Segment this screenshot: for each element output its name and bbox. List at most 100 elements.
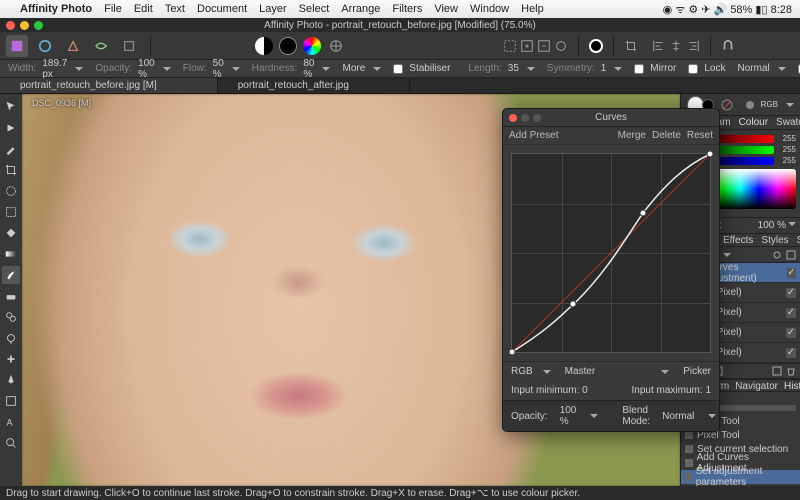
menu-filters[interactable]: Filters — [392, 3, 422, 15]
flood-fill-icon[interactable] — [2, 224, 20, 242]
opacity-panel-value[interactable]: 100 % — [758, 220, 786, 231]
shape-tool-icon[interactable] — [2, 392, 20, 410]
add-layer-icon[interactable] — [772, 366, 782, 376]
layer-visible-checkbox[interactable]: ✓ — [786, 328, 796, 338]
shrink-icon[interactable] — [537, 39, 551, 53]
minimize-icon[interactable] — [521, 114, 529, 122]
marquee-tool-icon[interactable] — [2, 203, 20, 221]
close-icon[interactable] — [509, 114, 517, 122]
more-dropdown[interactable]: More — [342, 63, 365, 74]
minimize-icon[interactable] — [20, 21, 29, 30]
curve-node[interactable] — [570, 301, 577, 308]
export-persona-icon[interactable] — [118, 35, 140, 57]
align-left-icon[interactable] — [652, 39, 666, 53]
tone-persona-icon[interactable] — [90, 35, 112, 57]
erase-brush-icon[interactable] — [2, 287, 20, 305]
layer-visible-checkbox[interactable]: ✓ — [786, 288, 796, 298]
view-tool-icon[interactable] — [2, 119, 20, 137]
symmetry-value[interactable]: 1 — [601, 63, 607, 74]
menu-help[interactable]: Help — [521, 3, 544, 15]
tab-swatches[interactable]: Swatches — [772, 116, 800, 129]
levels-icon[interactable] — [279, 37, 297, 55]
marquee-icon[interactable] — [503, 39, 517, 53]
lut-icon[interactable] — [327, 37, 345, 55]
flow-value[interactable]: 50 % — [213, 58, 224, 80]
healing-brush-icon[interactable] — [2, 350, 20, 368]
tab-effects[interactable]: Effects — [719, 234, 757, 246]
curve-node[interactable] — [509, 349, 516, 356]
history-item[interactable]: Set adjustment parameters — [681, 470, 800, 484]
menu-window[interactable]: Window — [470, 3, 509, 15]
photo-persona-icon[interactable] — [6, 35, 28, 57]
dialog-titlebar[interactable]: Curves — [503, 109, 719, 127]
snapping-icon[interactable] — [721, 39, 735, 53]
layer-options-icon[interactable] — [772, 250, 782, 260]
width-value[interactable]: 189.7 px — [42, 58, 67, 80]
menu-view[interactable]: View — [434, 3, 458, 15]
menu-text[interactable]: Text — [165, 3, 185, 15]
grow-icon[interactable] — [520, 39, 534, 53]
menu-select[interactable]: Select — [299, 3, 330, 15]
text-tool-icon[interactable]: A — [2, 413, 20, 431]
clone-brush-icon[interactable] — [2, 308, 20, 326]
tab-doc-2[interactable]: portrait_retouch_after.jpg — [218, 78, 410, 93]
tab-doc-1[interactable]: portrait_retouch_before.jpg [M] — [0, 78, 218, 93]
layer-visible-checkbox[interactable]: ✓ — [787, 268, 796, 278]
r-value[interactable]: 255 — [778, 134, 796, 143]
g-value[interactable]: 255 — [778, 145, 796, 154]
align-right-icon[interactable] — [686, 39, 700, 53]
picker-button[interactable]: Picker — [683, 366, 711, 377]
pen-tool-icon[interactable] — [2, 371, 20, 389]
colour-wheel-icon[interactable] — [303, 37, 321, 55]
blendmode-dropdown[interactable]: Normal — [738, 63, 770, 74]
length-value[interactable]: 35 — [508, 63, 519, 74]
gradient-tool-icon[interactable] — [2, 245, 20, 263]
layer-mask-icon[interactable] — [786, 250, 796, 260]
align-center-icon[interactable] — [669, 39, 683, 53]
colour-mode[interactable]: RGB — [761, 100, 778, 109]
stabiliser-checkbox[interactable] — [393, 64, 403, 74]
lock-checkbox[interactable] — [688, 64, 698, 74]
paint-brush-icon[interactable] — [2, 266, 20, 284]
zoom-icon[interactable] — [34, 21, 43, 30]
close-icon[interactable] — [6, 21, 15, 30]
channel-dropdown[interactable]: Master — [565, 366, 596, 377]
curve-node[interactable] — [639, 210, 646, 217]
develop-persona-icon[interactable] — [62, 35, 84, 57]
quickmask-icon[interactable] — [589, 39, 603, 53]
move-tool-icon[interactable] — [2, 98, 20, 116]
menu-arrange[interactable]: Arrange — [341, 3, 380, 15]
menu-edit[interactable]: Edit — [134, 3, 153, 15]
dodge-tool-icon[interactable] — [2, 329, 20, 347]
reset-button[interactable]: Reset — [687, 130, 713, 141]
tab-history[interactable]: History — [781, 380, 800, 391]
mirror-checkbox[interactable] — [634, 64, 644, 74]
hardness-value[interactable]: 80 % — [303, 58, 314, 80]
curves-dialog[interactable]: Curves Add Preset Merge Delete Reset RGB… — [502, 108, 720, 432]
delete-button[interactable]: Delete — [652, 130, 681, 141]
in-max-value[interactable]: 1 — [705, 385, 711, 396]
colour-wheel-small-icon[interactable] — [745, 100, 755, 110]
crop-tool-icon[interactable] — [2, 161, 20, 179]
crop-icon[interactable] — [624, 39, 638, 53]
colourspace-dropdown[interactable]: RGB — [511, 366, 533, 377]
merge-button[interactable]: Merge — [618, 130, 646, 141]
liquify-persona-icon[interactable] — [34, 35, 56, 57]
none-swatch-icon[interactable] — [720, 98, 733, 112]
wifi-icon[interactable]: ◉ ᯤ ⚙ ✈ 🔊 — [663, 4, 728, 16]
b-value[interactable]: 255 — [778, 156, 796, 165]
channels-icon[interactable] — [255, 37, 273, 55]
menu-document[interactable]: Document — [197, 3, 247, 15]
curves-blend-dropdown[interactable]: Normal — [662, 411, 694, 422]
curves-graph[interactable] — [511, 153, 711, 353]
tab-navigator[interactable]: Navigator — [732, 380, 781, 391]
curves-opacity-value[interactable]: 100 % — [560, 405, 577, 427]
menu-file[interactable]: File — [104, 3, 122, 15]
tab-styles[interactable]: Styles — [757, 234, 792, 246]
zoom-tool-icon[interactable] — [2, 434, 20, 452]
curve-node[interactable] — [707, 151, 714, 158]
zoom-icon[interactable] — [533, 114, 541, 122]
layer-visible-checkbox[interactable]: ✓ — [786, 308, 796, 318]
colour-picker-icon[interactable] — [2, 140, 20, 158]
tab-stock[interactable]: Stock — [793, 234, 800, 246]
